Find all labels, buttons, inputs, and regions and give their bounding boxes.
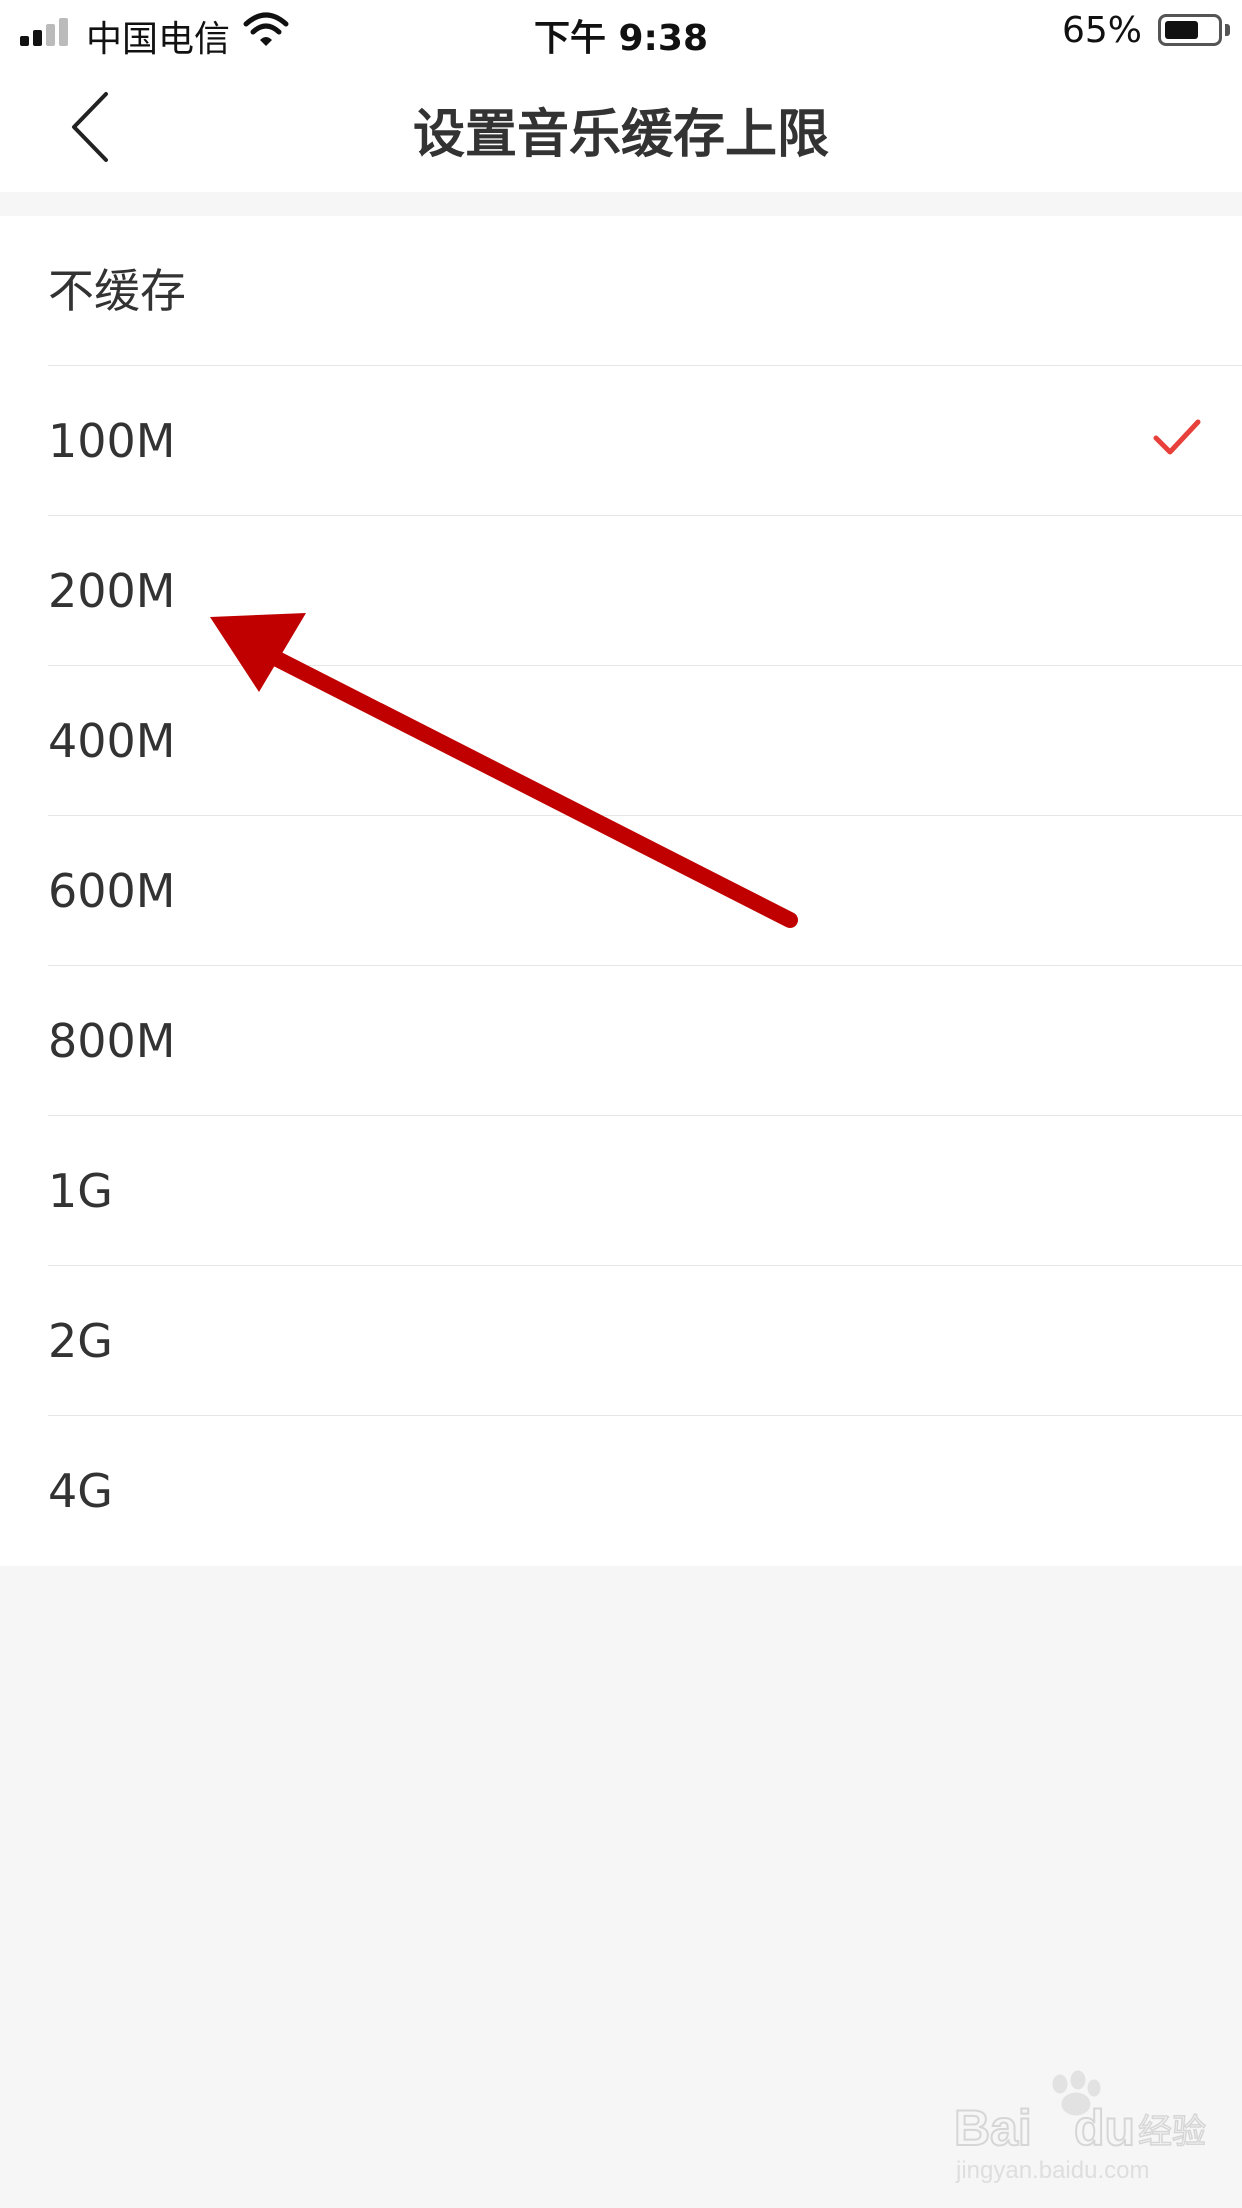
page-title: 设置音乐缓存上限	[412, 105, 829, 165]
option-label: 4G	[48, 1464, 113, 1518]
option-label: 400M	[48, 714, 176, 768]
option-label: 2G	[48, 1314, 113, 1368]
battery-tip	[1225, 24, 1230, 36]
option-label: 800M	[48, 1014, 176, 1068]
baidu-jingyan-watermark: Bai du 经验 jingyan.baidu.com	[953, 2070, 1207, 2184]
checkmark-icon	[1153, 419, 1201, 455]
status-bar: 中国电信 下午 9:38 65%	[0, 0, 1242, 62]
option-row-2g[interactable]: 2G	[0, 1266, 1242, 1416]
status-time: 下午 9:38	[533, 18, 709, 59]
battery-icon	[1158, 14, 1222, 46]
option-label: 600M	[48, 864, 176, 918]
option-row-800m[interactable]: 800M	[0, 966, 1242, 1116]
option-row-400m[interactable]: 400M	[0, 666, 1242, 816]
option-row-600m[interactable]: 600M	[0, 816, 1242, 966]
option-label: 100M	[48, 414, 176, 468]
cache-limit-options: 不缓存 100M 200M 400M 600M 800M 1G 2G 4G	[0, 216, 1242, 1566]
option-row-200m[interactable]: 200M	[0, 516, 1242, 666]
svg-text:Bai: Bai	[954, 2100, 1032, 2156]
option-label: 不缓存	[48, 264, 186, 318]
option-row-no-cache[interactable]: 不缓存	[0, 216, 1242, 366]
battery-percentage: 65%	[1061, 10, 1142, 51]
navigation-bar: 设置音乐缓存上限	[0, 62, 1242, 192]
svg-text:jingyan.baidu.com: jingyan.baidu.com	[955, 2157, 1149, 2184]
option-label: 1G	[48, 1164, 113, 1218]
svg-text:经验: 经验	[1138, 2112, 1206, 2152]
option-row-100m[interactable]: 100M	[0, 366, 1242, 516]
option-label: 200M	[48, 564, 176, 618]
svg-text:du: du	[1074, 2100, 1135, 2156]
option-row-4g[interactable]: 4G	[0, 1416, 1242, 1566]
battery-level	[1165, 21, 1198, 39]
option-row-1g[interactable]: 1G	[0, 1116, 1242, 1266]
